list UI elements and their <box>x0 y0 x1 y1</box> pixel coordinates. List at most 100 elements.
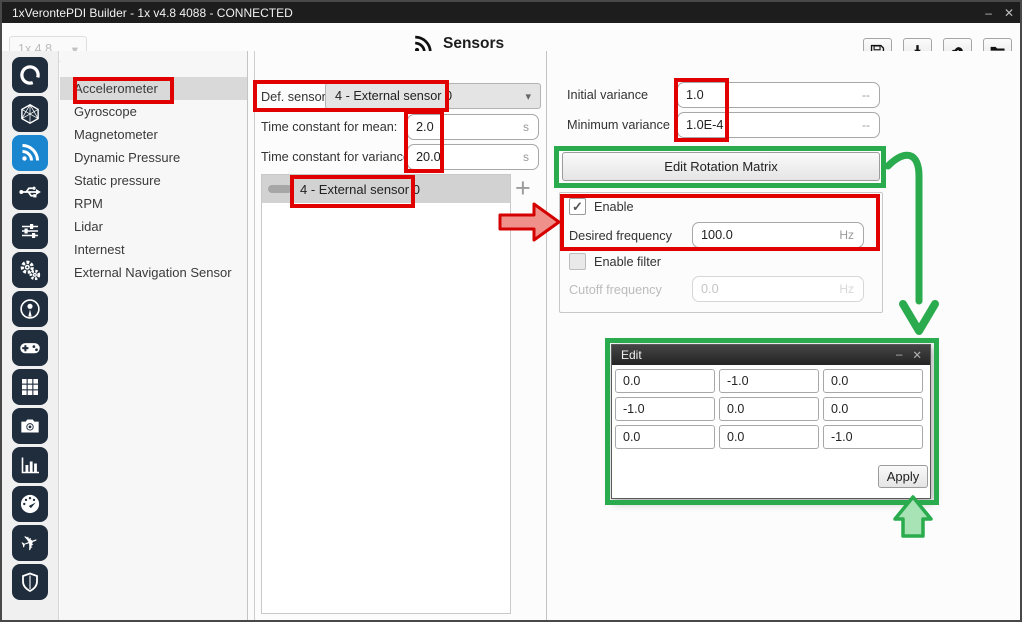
matrix-cell-2-1 <box>719 425 819 449</box>
sensor-menu-item-gyroscope[interactable]: Gyroscope <box>60 100 247 123</box>
ring-icon <box>17 62 43 88</box>
dialog-close-icon[interactable]: ✕ <box>912 348 922 362</box>
sensor-list: 4 - External sensor 0 <box>261 174 511 614</box>
sidebar-tab-usb[interactable] <box>12 174 48 210</box>
desired-frequency-label: Desired frequency <box>569 229 672 243</box>
accelerometer-config-panel: Def. sensor: 4 - External sensor 0 ▾ Tim… <box>254 51 547 620</box>
matrix-cell-2-0 <box>615 425 715 449</box>
enable-filter-checkbox[interactable] <box>569 253 586 270</box>
matrix-cell-0-1 <box>719 369 819 393</box>
desired-frequency-field: Hz <box>692 222 864 248</box>
enable-filter-label: Enable filter <box>594 255 661 269</box>
initial-variance-input[interactable] <box>678 87 862 103</box>
initial-variance-field: -- <box>677 82 880 108</box>
sidebar-tab-gauge[interactable] <box>12 486 48 522</box>
sensor-menu-item-accelerometer[interactable]: Accelerometer <box>60 77 247 100</box>
titlebar: 1xVerontePDI Builder - 1x v4.8 4088 - CO… <box>2 2 1020 23</box>
shield-icon <box>18 570 42 594</box>
time-variance-field: s <box>407 144 539 170</box>
grid-icon <box>18 375 42 399</box>
gears-icon <box>17 257 43 283</box>
sidebar-tab-ring[interactable] <box>12 57 48 93</box>
sensor-menu-item-external-navigation-sensor[interactable]: External Navigation Sensor <box>60 261 247 284</box>
dialog-title: Edit <box>621 348 642 362</box>
sensor-menu-item-lidar[interactable]: Lidar <box>60 215 247 238</box>
remove-sensor-button[interactable] <box>268 185 292 193</box>
matrix-cell-1-2 <box>823 397 923 421</box>
matrix-cell-2-2 <box>823 425 923 449</box>
gamepad-icon <box>17 335 43 361</box>
minimum-variance-unit: -- <box>862 118 879 132</box>
podcast-icon <box>17 296 43 322</box>
app-window: 1xVerontePDI Builder - 1x v4.8 4088 - CO… <box>0 0 1022 622</box>
sidebar-tab-airplane[interactable]: ✈ <box>12 525 48 561</box>
cutoff-frequency-input <box>693 281 839 297</box>
add-sensor-button[interactable]: + <box>515 175 531 201</box>
sensor-menu-item-rpm[interactable]: RPM <box>60 192 247 215</box>
enable-checkbox[interactable]: ✓ <box>569 198 586 215</box>
sensor-menu-item-magnetometer[interactable]: Magnetometer <box>60 123 247 146</box>
sidebar-tab-hexagon-mesh[interactable] <box>12 96 48 132</box>
matrix-cell-1-0 <box>615 397 715 421</box>
matrix-cell-0-2 <box>823 369 923 393</box>
close-icon[interactable]: ✕ <box>1004 6 1014 20</box>
sidebar-tab-shield[interactable] <box>12 564 48 600</box>
dialog-titlebar: Edit – ✕ <box>612 345 930 365</box>
apply-button[interactable]: Apply <box>878 465 928 488</box>
window-title: 1xVerontePDI Builder - 1x v4.8 4088 - CO… <box>12 6 293 20</box>
sensor-menu-item-static-pressure[interactable]: Static pressure <box>60 169 247 192</box>
initial-variance-label: Initial variance <box>567 88 648 102</box>
sidebar-tab-camera[interactable] <box>12 408 48 444</box>
sidebar-tab-sliders[interactable] <box>12 213 48 249</box>
time-variance-unit: s <box>523 150 538 164</box>
time-variance-input[interactable] <box>408 149 523 165</box>
sidebar-tab-podcast[interactable] <box>12 291 48 327</box>
gauge-icon <box>17 491 43 517</box>
minimum-variance-field: -- <box>677 112 880 138</box>
matrix-cell-1-1 <box>719 397 819 421</box>
accelerometer-detail-panel: Initial variance -- Minimum variance -- … <box>548 51 1020 620</box>
edit-rotation-matrix-dialog: Edit – ✕ Apply <box>611 344 931 499</box>
desired-frequency-unit: Hz <box>839 228 863 242</box>
cutoff-frequency-field: Hz <box>692 276 864 302</box>
cutoff-frequency-unit: Hz <box>839 282 863 296</box>
chevron-down-icon: ▾ <box>525 90 531 103</box>
camera-icon <box>17 413 43 439</box>
time-mean-label: Time constant for mean: <box>261 120 397 134</box>
sensor-list-item: 4 - External sensor 0 <box>300 182 420 197</box>
minimize-icon[interactable]: – <box>985 6 992 20</box>
time-variance-label: Time constant for variance: <box>261 150 414 164</box>
initial-variance-unit: -- <box>862 88 879 102</box>
minimum-variance-label: Minimum variance <box>567 118 670 132</box>
time-mean-input[interactable] <box>408 119 523 135</box>
edit-rotation-matrix-button[interactable]: Edit Rotation Matrix <box>562 152 880 181</box>
dialog-minimize-icon[interactable]: – <box>896 349 902 361</box>
matrix-cell-0-0 <box>615 369 715 393</box>
minimum-variance-input[interactable] <box>678 117 862 133</box>
time-mean-unit: s <box>523 120 538 134</box>
icon-sidebar: ✈ <box>2 51 59 620</box>
sidebar-tab-gamepad[interactable] <box>12 330 48 366</box>
sensor-menu-item-dynamic-pressure[interactable]: Dynamic Pressure <box>60 146 247 169</box>
sliders-icon <box>18 219 42 243</box>
airplane-icon: ✈ <box>18 530 42 556</box>
sensor-menu: Accelerometer Gyroscope Magnetometer Dyn… <box>60 51 248 620</box>
usb-icon <box>17 179 43 205</box>
sensor-list-row[interactable]: 4 - External sensor 0 <box>262 175 510 203</box>
sensor-menu-item-internest[interactable]: Internest <box>60 238 247 261</box>
cutoff-frequency-label: Cutoff frequency <box>569 283 662 297</box>
sidebar-tab-grid[interactable] <box>12 369 48 405</box>
sidebar-tab-gears[interactable] <box>12 252 48 288</box>
check-icon: ✓ <box>572 199 583 215</box>
hexagon-mesh-icon <box>17 101 43 127</box>
def-sensor-label: Def. sensor: <box>261 90 329 104</box>
desired-frequency-input[interactable] <box>693 227 839 243</box>
bar-chart-icon <box>18 453 42 477</box>
def-sensor-select[interactable]: 4 - External sensor 0 ▾ <box>325 83 541 109</box>
enable-label: Enable <box>594 200 634 214</box>
def-sensor-value: 4 - External sensor 0 <box>335 89 452 103</box>
sidebar-tab-sensors[interactable] <box>12 135 48 171</box>
time-mean-field: s <box>407 114 539 140</box>
sensors-rss-icon <box>18 141 42 165</box>
sidebar-tab-bar-chart[interactable] <box>12 447 48 483</box>
